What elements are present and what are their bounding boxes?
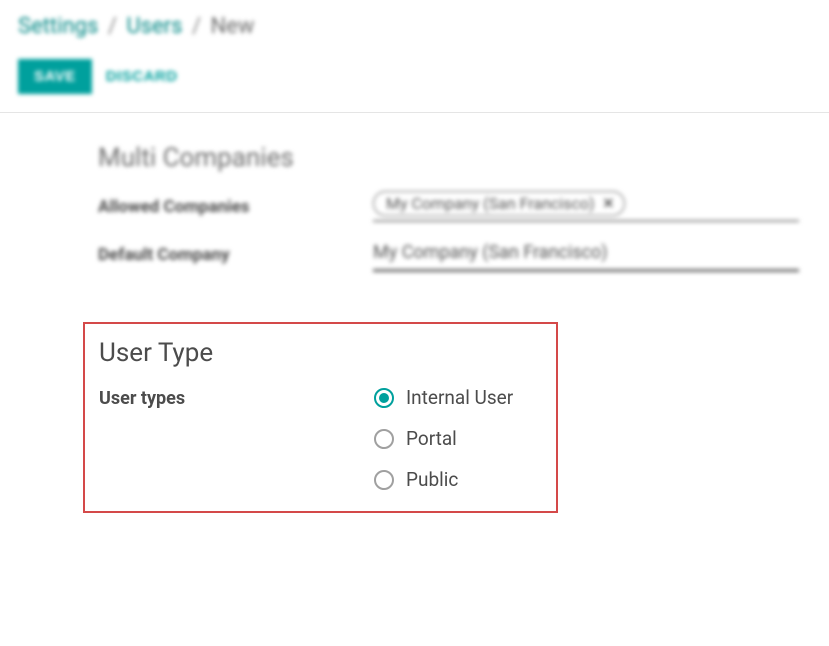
breadcrumb-settings[interactable]: Settings	[18, 14, 98, 39]
company-tag-label: My Company (San Francisco)	[386, 194, 595, 213]
company-tag[interactable]: My Company (San Francisco) ✕	[373, 191, 625, 216]
breadcrumb-current: New	[210, 14, 254, 39]
close-icon[interactable]: ✕	[603, 196, 615, 212]
breadcrumb-sep: /	[192, 14, 201, 39]
section-title-user-type: User Type	[99, 338, 536, 368]
user-type-section: User Type User types Internal User Porta…	[83, 322, 558, 513]
radio-label-portal: Portal	[406, 427, 457, 450]
breadcrumb-users[interactable]: Users	[126, 14, 182, 39]
allowed-companies-field[interactable]: My Company (San Francisco) ✕	[373, 191, 799, 222]
radio-label-internal: Internal User	[406, 386, 513, 409]
radio-icon	[374, 470, 394, 490]
save-button[interactable]: SAVE	[18, 59, 92, 94]
radio-label-public: Public	[406, 468, 458, 491]
radio-icon	[374, 388, 394, 408]
allowed-companies-label: Allowed Companies	[98, 197, 373, 217]
user-types-label: User types	[99, 386, 374, 409]
multi-companies-section: Multi Companies Allowed Companies My Com…	[98, 143, 799, 272]
breadcrumb-sep: /	[108, 14, 117, 39]
radio-public[interactable]: Public	[374, 468, 513, 491]
default-company-label: Default Company	[98, 245, 373, 265]
section-title-multi-companies: Multi Companies	[98, 143, 799, 173]
breadcrumb: Settings / Users / New	[18, 14, 811, 39]
radio-icon	[374, 429, 394, 449]
radio-portal[interactable]: Portal	[374, 427, 513, 450]
discard-button[interactable]: DISCARD	[106, 68, 178, 85]
default-company-select[interactable]: My Company (San Francisco)	[373, 238, 799, 272]
radio-internal-user[interactable]: Internal User	[374, 386, 513, 409]
